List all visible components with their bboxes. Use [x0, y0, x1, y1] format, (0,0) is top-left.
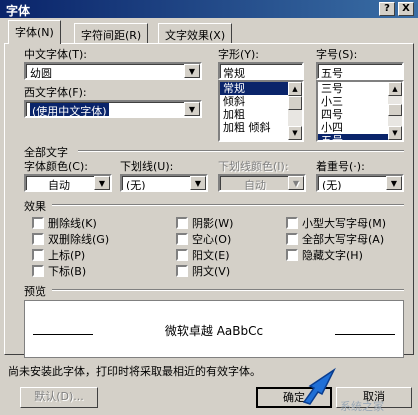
size-scrollbar[interactable]: ▲ ▼: [388, 82, 402, 140]
chevron-down-icon: ▼: [288, 176, 304, 190]
chevron-down-icon[interactable]: ▼: [94, 176, 110, 190]
chinese-font-combo[interactable]: 幼圆 ▼: [24, 62, 202, 80]
default-button: 默认(D)...: [20, 387, 98, 408]
scroll-thumb[interactable]: [288, 96, 302, 110]
strikethrough-checkbox[interactable]: 删除线(K): [32, 215, 97, 231]
divider: [78, 150, 404, 152]
outline-checkbox[interactable]: 空心(O): [176, 231, 231, 247]
emboss-checkbox[interactable]: 阳文(E): [176, 247, 230, 263]
cursor-arrow-icon: [302, 367, 336, 405]
font-size-label: 字号(S):: [316, 48, 358, 61]
divider: [52, 289, 404, 291]
font-color-combo[interactable]: 自动 ▼: [24, 174, 112, 192]
divider: [52, 204, 404, 206]
underline-color-combo: 自动 ▼: [218, 174, 306, 192]
tab-font[interactable]: 字体(N): [8, 20, 61, 44]
chevron-down-icon[interactable]: ▼: [190, 176, 206, 190]
preview-sample: 微软卓越 AaBbCc: [164, 324, 264, 338]
emphasis-label: 着重号(·):: [316, 160, 365, 173]
chevron-down-icon[interactable]: ▼: [386, 176, 402, 190]
baseline-right: [335, 334, 395, 335]
all-caps-checkbox[interactable]: 全部大写字母(A): [286, 231, 384, 247]
close-button[interactable]: X: [398, 2, 414, 16]
scroll-down-icon[interactable]: ▼: [288, 126, 302, 140]
superscript-checkbox[interactable]: 上标(P): [32, 247, 85, 263]
underline-color-label: 下划线颜色(I):: [218, 160, 289, 173]
western-font-combo[interactable]: (使用中文字体) ▼: [24, 100, 202, 118]
tab-character-spacing[interactable]: 字符间距(R): [74, 23, 149, 43]
subscript-checkbox[interactable]: 下标(B): [32, 263, 86, 279]
font-style-input[interactable]: 常规: [218, 62, 304, 80]
underline-combo[interactable]: (无) ▼: [120, 174, 208, 192]
scroll-up-icon[interactable]: ▲: [288, 82, 302, 96]
western-font-label: 西文字体(F):: [24, 86, 87, 99]
font-color-label: 字体颜色(C):: [24, 160, 88, 173]
engrave-checkbox[interactable]: 阴文(V): [176, 263, 230, 279]
preview-heading: 预览: [24, 285, 46, 298]
font-style-label: 字形(Y):: [218, 48, 260, 61]
emphasis-combo[interactable]: (无) ▼: [316, 174, 404, 192]
underline-label: 下划线(U):: [120, 160, 174, 173]
font-style-list[interactable]: 常规 倾斜 加粗 加粗 倾斜 ▲ ▼: [218, 80, 304, 142]
style-scrollbar[interactable]: ▲ ▼: [288, 82, 302, 140]
effects-heading: 效果: [24, 200, 46, 213]
double-strikethrough-checkbox[interactable]: 双删除线(G): [32, 231, 109, 247]
chevron-down-icon[interactable]: ▼: [184, 102, 200, 116]
font-size-input[interactable]: 五号: [316, 62, 404, 80]
window-title: 字体: [6, 4, 31, 18]
font-size-list[interactable]: 三号 小三 四号 小四 五号 ▲ ▼: [316, 80, 404, 142]
small-caps-checkbox[interactable]: 小型大写字母(M): [286, 215, 386, 231]
scroll-up-icon[interactable]: ▲: [388, 82, 402, 96]
hidden-text-checkbox[interactable]: 隐藏文字(H): [286, 247, 363, 263]
title-bar: 字体 ? X: [0, 0, 418, 18]
shadow-checkbox[interactable]: 阴影(W): [176, 215, 233, 231]
preview-box: 微软卓越 AaBbCc: [24, 300, 404, 358]
watermark: 系统之家: [340, 400, 384, 413]
status-text: 尚未安装此字体，打印时将采取最相近的有效字体。: [8, 365, 261, 378]
help-button[interactable]: ?: [379, 2, 395, 16]
tab-text-effects[interactable]: 文字效果(X): [158, 23, 233, 43]
scroll-thumb[interactable]: [388, 104, 402, 116]
chinese-font-label: 中文字体(T):: [24, 48, 88, 61]
scroll-down-icon[interactable]: ▼: [388, 126, 402, 140]
chevron-down-icon[interactable]: ▼: [184, 64, 200, 78]
